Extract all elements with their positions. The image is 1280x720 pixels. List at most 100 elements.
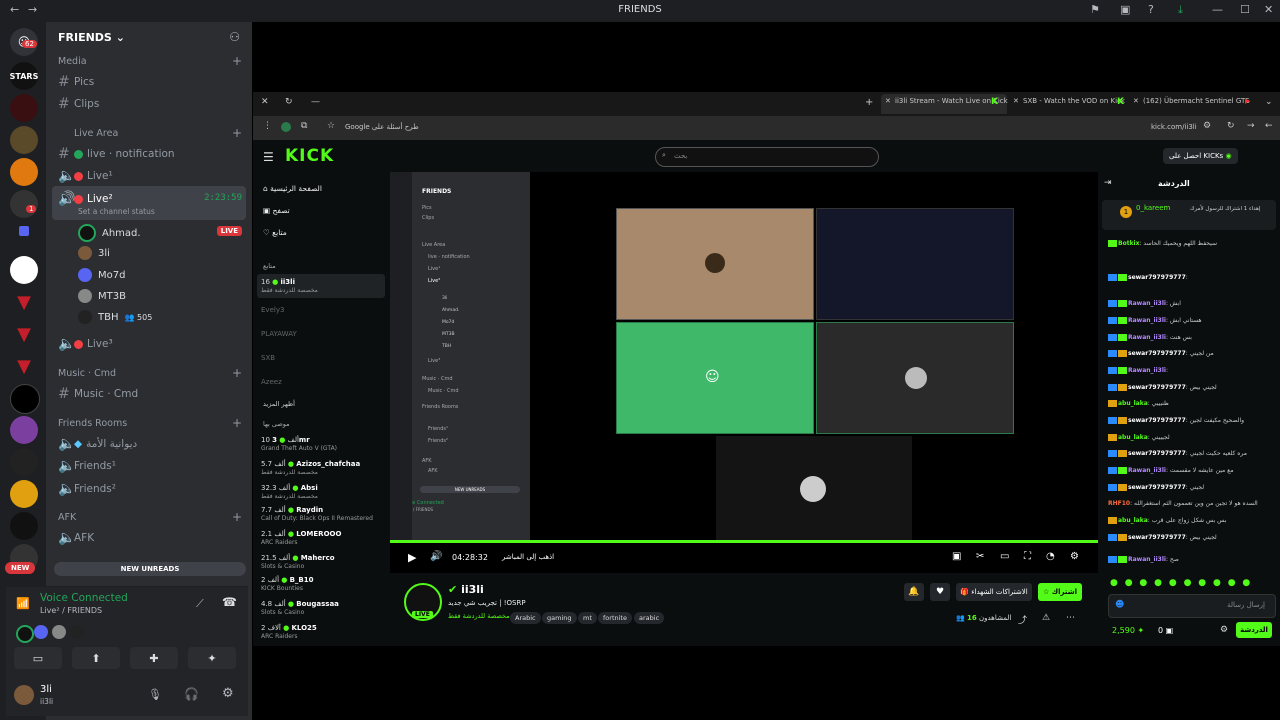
emote-bar[interactable]: ● ● ● ● ● ● ● ● ● ● bbox=[1110, 578, 1252, 588]
send-chat-button[interactable]: الدردشة bbox=[1236, 622, 1272, 638]
channel-live1[interactable]: 🔈 Live¹ bbox=[58, 168, 113, 184]
following-stream[interactable]: 16 ● ii3li مخصصة للدردشة فقط bbox=[261, 278, 386, 294]
bell-button[interactable]: 🔔 bbox=[904, 583, 924, 601]
volume-icon[interactable]: 🔊 bbox=[430, 551, 442, 562]
triangle-server-icon[interactable]: ▼ bbox=[10, 288, 38, 316]
settings-gear-icon[interactable]: ⚙ bbox=[222, 686, 234, 701]
tab-close-icon[interactable]: ✕ bbox=[885, 97, 891, 105]
menu-dots-icon[interactable]: ⋮ bbox=[263, 121, 272, 131]
recommended-stream[interactable]: 10 ألف ● 3mr Grand Theft Auto V (GTA) bbox=[261, 436, 386, 452]
triangle-server-icon-3[interactable]: ▼ bbox=[10, 352, 38, 380]
add-channel-icon[interactable]: + bbox=[232, 510, 242, 524]
following-offline[interactable]: PLAYAWAY bbox=[261, 330, 386, 338]
voice-status[interactable]: Voice Connected bbox=[40, 592, 128, 604]
channel-afk[interactable]: 🔈 AFK bbox=[58, 530, 94, 546]
stream-tag[interactable]: arabic bbox=[634, 612, 665, 624]
channel-notification[interactable]: # live · notification bbox=[58, 146, 175, 162]
profile-icon[interactable] bbox=[281, 122, 291, 132]
new-pill[interactable]: NEW bbox=[5, 562, 36, 574]
server-icon-9[interactable] bbox=[10, 448, 38, 476]
channel-live2[interactable]: 🔊 Live² bbox=[58, 191, 113, 207]
server-icon-10[interactable] bbox=[10, 480, 38, 508]
clip-icon[interactable]: ✂ bbox=[976, 551, 984, 562]
new-unreads-pill[interactable]: NEW UNREADS bbox=[54, 562, 246, 576]
channel-live3[interactable]: 🔈 Live³ bbox=[58, 336, 113, 352]
soundboard-button[interactable]: ✦ bbox=[188, 647, 236, 669]
back-icon[interactable]: ← bbox=[1265, 121, 1273, 131]
more-icon[interactable]: ⋯ bbox=[1066, 613, 1075, 623]
pip-icon[interactable]: ▣ bbox=[952, 551, 961, 562]
emoji-icon[interactable]: ☻ bbox=[1115, 600, 1124, 610]
guild-name[interactable]: FRIENDS ⌄ bbox=[58, 31, 125, 44]
category-live-area[interactable]: Live Area bbox=[74, 128, 118, 139]
following-offline[interactable]: SXB bbox=[261, 354, 386, 362]
server-icon-8[interactable] bbox=[10, 416, 38, 444]
server-icon-4[interactable] bbox=[10, 158, 38, 186]
folder-icon[interactable] bbox=[19, 226, 29, 236]
noise-suppression-icon[interactable]: ⟋ bbox=[196, 597, 204, 611]
server-icon-7[interactable] bbox=[10, 384, 40, 414]
chat-settings-icon[interactable]: ⚙ bbox=[1220, 625, 1228, 635]
close-icon[interactable]: ✕ bbox=[261, 97, 269, 107]
category-afk[interactable]: AFK bbox=[58, 512, 76, 523]
new-tab-icon[interactable]: + bbox=[865, 97, 873, 108]
server-icon-2[interactable] bbox=[10, 94, 38, 122]
recommended-stream[interactable]: 2 ألف ● B_B10 KICK Bounties bbox=[261, 576, 386, 592]
voice-user[interactable]: TBH 👥 505 bbox=[78, 310, 152, 324]
channel-diwaniya[interactable]: 🔈 ◆ ديوانية الأمة bbox=[58, 436, 137, 452]
show-more-link[interactable]: أظهر المزيد bbox=[263, 400, 295, 408]
avatar[interactable] bbox=[14, 685, 34, 705]
signal-icon[interactable]: 📶 bbox=[16, 597, 30, 610]
kicks-balance[interactable]: 0 ▣ bbox=[1158, 626, 1173, 635]
collapse-chat-icon[interactable]: ⇥ bbox=[1104, 178, 1112, 188]
server-icon-3[interactable] bbox=[10, 126, 38, 154]
camera-button[interactable]: ▭ bbox=[14, 647, 62, 669]
activities-button[interactable]: ✚ bbox=[130, 647, 178, 669]
streamer-name[interactable]: ✔ ii3li bbox=[448, 583, 484, 596]
channel-clips[interactable]: # Clips bbox=[58, 96, 99, 112]
channel-friends2[interactable]: 🔈 Friends² bbox=[58, 481, 116, 497]
category-friends-rooms[interactable]: Friends Rooms bbox=[58, 418, 127, 429]
recommended-stream[interactable]: 7.7 ألف ● Raydin Call of Duty: Black Ops … bbox=[261, 506, 386, 522]
go-live-button[interactable]: اذهب إلى المباشر bbox=[502, 553, 554, 561]
headphones-icon[interactable]: 🎧 bbox=[184, 687, 199, 701]
gifter-name[interactable]: 0_kareem bbox=[1136, 204, 1170, 212]
minimize-icon[interactable]: — bbox=[1212, 3, 1223, 16]
reload-icon[interactable]: ↻ bbox=[1227, 121, 1235, 131]
screen-icon[interactable]: ▣ bbox=[1120, 3, 1130, 16]
following-offline[interactable]: Azeez bbox=[261, 378, 386, 386]
recommended-stream[interactable]: 2.1 ألف ● LOMEROOO ARC Raiders bbox=[261, 530, 386, 546]
category-media[interactable]: Media bbox=[58, 56, 87, 67]
server-icon-6[interactable] bbox=[10, 256, 38, 284]
recommended-stream[interactable]: 32.3 ألف ● Absi مخصصة للدردشة فقط bbox=[261, 484, 386, 500]
stream-category[interactable]: مخصصة للدردشة فقط bbox=[448, 612, 510, 620]
triangle-server-icon-2[interactable]: ▼ bbox=[10, 320, 38, 348]
get-kicks-button[interactable]: احصل على KICKs ◉ bbox=[1163, 148, 1238, 164]
stream-tag[interactable]: gaming bbox=[542, 612, 577, 624]
server-icon-5[interactable] bbox=[10, 190, 38, 218]
recommended-stream[interactable]: 21.5 ألف ● Maherco Slots & Casino bbox=[261, 554, 386, 570]
reload-icon[interactable]: ↻ bbox=[285, 97, 293, 107]
tab-list-icon[interactable]: ⌄ bbox=[1265, 97, 1273, 107]
add-friend-icon[interactable]: ⚇ bbox=[229, 30, 240, 44]
site-settings-icon[interactable]: ⚙ bbox=[1203, 121, 1211, 131]
subscribe-button[interactable]: ☆ اشتراك bbox=[1038, 583, 1082, 601]
hamburger-icon[interactable]: ☰ bbox=[263, 150, 274, 164]
server-stars[interactable]: STARS bbox=[10, 62, 38, 90]
channel-friends1[interactable]: 🔈 Friends¹ bbox=[58, 458, 116, 474]
recommended-stream[interactable]: 5.7 ألف ● Azizos_chafchaa مخصصة للدردشة ف… bbox=[261, 460, 386, 476]
tab-title[interactable]: SXB - Watch the VOD on Kick bbox=[1023, 97, 1125, 105]
tab-close-icon[interactable]: ✕ bbox=[1013, 97, 1019, 105]
flag-icon[interactable]: ⚑ bbox=[1090, 3, 1100, 16]
stream-tag[interactable]: fortnite bbox=[598, 612, 632, 624]
mic-icon[interactable]: 🎙 bbox=[148, 688, 162, 701]
add-channel-icon[interactable]: + bbox=[232, 54, 242, 68]
channel-status[interactable]: Set a channel status bbox=[78, 207, 155, 216]
screenshare-button[interactable]: ⬆ bbox=[72, 647, 120, 669]
recommended-stream[interactable]: 4.8 ألف ● Bougassaa Slots & Casino bbox=[261, 600, 386, 616]
kick-logo[interactable]: KICK bbox=[285, 146, 334, 166]
add-channel-icon[interactable]: + bbox=[232, 366, 242, 380]
url-text[interactable]: kick.com/ii3li bbox=[1151, 123, 1197, 131]
channel-pics[interactable]: # Pics bbox=[58, 74, 94, 90]
category-music[interactable]: Music · Cmd bbox=[58, 368, 116, 379]
